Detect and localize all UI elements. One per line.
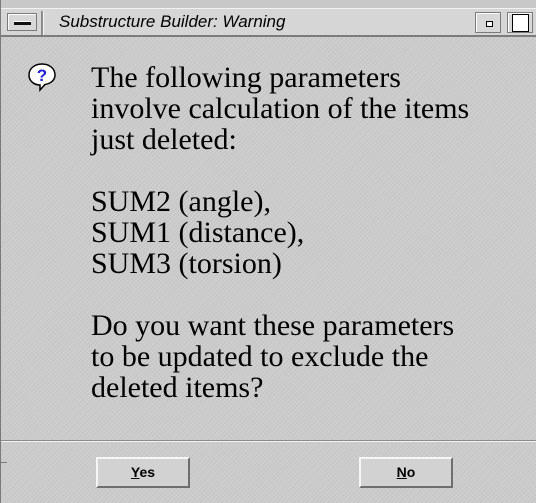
yes-mnemonic: Y (130, 464, 140, 480)
question-line: to be updated to exclude the (91, 340, 429, 373)
no-mnemonic: N (396, 464, 407, 480)
window-menu-icon (14, 21, 31, 25)
yes-button[interactable]: Yes (96, 457, 190, 488)
warning-message: The following parameters involve calcula… (91, 62, 523, 403)
question-glyph: ? (37, 66, 47, 85)
no-label-rest: o (406, 464, 416, 480)
message-line: involve calculation of the items (91, 92, 470, 125)
minimize-icon (486, 21, 493, 27)
title-separator (41, 11, 44, 35)
window-menu-button[interactable] (7, 13, 37, 31)
title-bar[interactable]: Substructure Builder: Warning (1, 8, 536, 37)
window-title: Substructure Builder: Warning (59, 12, 286, 31)
footer-separator (1, 440, 536, 442)
question-line: Do you want these parameters (91, 309, 455, 342)
message-line: The following parameters (91, 61, 401, 94)
question-line: deleted items? (91, 371, 264, 404)
no-button[interactable]: No (359, 457, 453, 488)
yes-label-rest: es (139, 464, 156, 480)
warning-dialog: Substructure Builder: Warning ? The foll… (0, 0, 536, 503)
minimize-button[interactable] (475, 12, 501, 33)
parameter-item: SUM2 (angle), (91, 185, 271, 218)
maximize-icon (512, 14, 529, 32)
frame-tick (1, 462, 7, 463)
maximize-button[interactable] (507, 12, 533, 33)
question-icon: ? (28, 63, 56, 92)
parameter-item: SUM3 (torsion) (91, 247, 282, 280)
message-line: just deleted: (91, 123, 237, 156)
parameter-item: SUM1 (distance), (91, 216, 305, 249)
